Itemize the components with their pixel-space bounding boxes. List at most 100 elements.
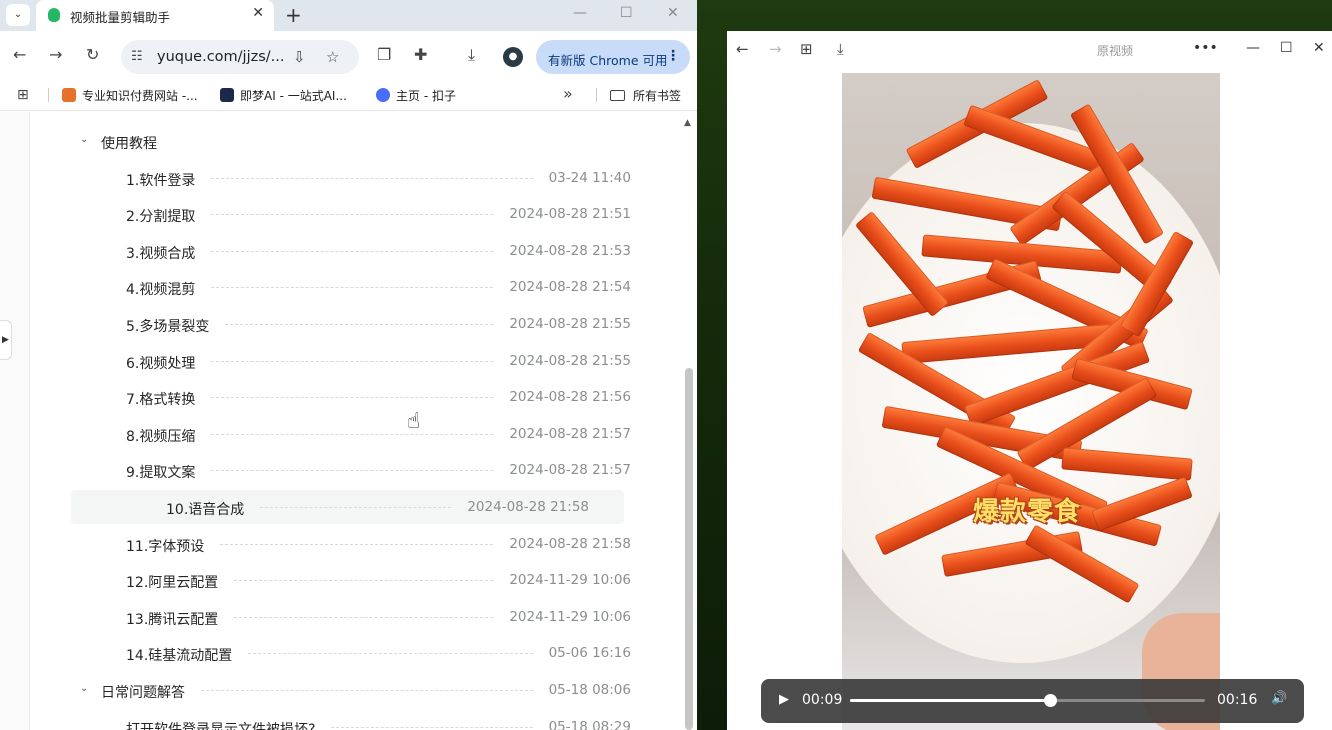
catalog-item[interactable]: 3.视频合成 2024-08-28 21:53 xyxy=(31,234,666,268)
forward-arrow-icon[interactable]: → xyxy=(49,47,62,63)
video-frame[interactable]: 爆款零食 xyxy=(842,73,1220,730)
scroll-up-arrow-icon[interactable]: ▲ xyxy=(684,118,691,128)
bookmarks-more-icon[interactable]: » xyxy=(563,84,573,103)
bookmark-item[interactable]: 主页 - 扣子 xyxy=(376,87,456,104)
viewer-close-icon[interactable]: ✕ xyxy=(1313,40,1325,56)
catalog-item-title: 使用教程 xyxy=(101,136,157,152)
catalog-item-title: 11.字体预设 xyxy=(126,539,205,555)
catalog-section-header[interactable]: ⌄ 日常问题解答 05-18 08:06 xyxy=(31,673,666,707)
catalog-item-date: 2024-08-28 21:55 xyxy=(509,316,631,332)
catalog-item-title: 14.硅基流动配置 xyxy=(126,648,233,664)
viewer-more-icon[interactable]: ••• xyxy=(1193,40,1218,56)
site-settings-tune-icon[interactable]: ☷ xyxy=(131,49,143,64)
catalog-item[interactable]: 13.腾讯云配置 2024-11-29 10:06 xyxy=(31,600,666,634)
catalog-section-header[interactable]: ⌄ 使用教程 xyxy=(31,124,666,158)
catalog-item-title: 1.软件登录 xyxy=(126,173,196,189)
catalog-item-title: 3.视频合成 xyxy=(126,246,196,262)
address-bar[interactable]: ☷ yuque.com/jjzs/... ⇩ ☆ xyxy=(121,40,359,74)
page-scrollbar[interactable]: ▲ xyxy=(681,112,697,730)
viewer-minimize-icon[interactable]: — xyxy=(1246,40,1260,56)
viewer-forward-icon[interactable]: → xyxy=(769,40,782,58)
kebab-menu-icon[interactable]: ⋮ xyxy=(666,48,680,64)
bookmarks-separator xyxy=(596,88,597,102)
catalog-item-date: 2024-08-28 21:53 xyxy=(509,243,631,259)
bookmarks-separator xyxy=(48,88,49,102)
tab-search-chevron-down-icon[interactable]: ⌄ xyxy=(6,4,30,26)
downloads-icon[interactable]: ⤓ xyxy=(468,47,475,63)
close-window-icon[interactable]: ✕ xyxy=(667,5,679,21)
catalog-item[interactable]: 7.格式转换 2024-08-28 21:56 xyxy=(31,380,666,414)
profile-avatar[interactable]: ● xyxy=(503,47,523,67)
catalog-item[interactable]: 2.分割提取 2024-08-28 21:51 xyxy=(31,197,666,231)
catalog-item-date: 05-06 16:16 xyxy=(548,645,631,661)
sidebar-expand-icon[interactable]: ▶ xyxy=(0,320,12,360)
bookmark-item[interactable]: 专业知识付费网站 -... xyxy=(62,87,198,104)
seek-bar[interactable] xyxy=(850,694,1205,707)
tab-close-icon[interactable]: ✕ xyxy=(252,5,264,21)
bookmark-item[interactable]: 即梦AI - 一站式AI... xyxy=(220,87,347,104)
play-icon[interactable]: ▶ xyxy=(779,692,789,707)
catalog-item[interactable]: 8.视频压缩 2024-08-28 21:57 xyxy=(31,417,666,451)
install-app-icon[interactable]: ⇩ xyxy=(293,48,306,66)
catalog-item[interactable]: 4.视频混剪 2024-08-28 21:54 xyxy=(31,270,666,304)
catalog-item-title: 10.语音合成 xyxy=(166,502,245,518)
leader-dots xyxy=(248,653,533,654)
browser-window: ⌄ 视频批量剪辑助手 ✕ + — ☐ ✕ ← → ↻ ☷ yuque.com/j… xyxy=(0,0,697,730)
catalog-item[interactable]: 6.视频处理 2024-08-28 21:55 xyxy=(31,344,666,378)
all-bookmarks-button[interactable]: 所有书签 xyxy=(610,87,681,104)
bookmark-favicon-icon xyxy=(62,88,76,102)
catalog-item[interactable]: 12.阿里云配置 2024-11-29 10:06 xyxy=(31,563,666,597)
section-collapse-chevron-icon[interactable]: ⌄ xyxy=(80,683,88,694)
catalog-item-date: 2024-08-28 21:51 xyxy=(509,206,631,222)
catalog-item-date: 2024-08-28 21:54 xyxy=(509,279,631,295)
section-collapse-chevron-icon[interactable]: ⌄ xyxy=(80,134,88,145)
catalog-item-title: 打开软件登录显示文件被损坏? xyxy=(126,722,316,730)
viewer-save-icon[interactable]: ⤓ xyxy=(837,40,844,58)
page-content: ▶ ⌄ 使用教程 1.软件登录 03-24 11:40 2.分割提取 2024-08-28… xyxy=(0,112,697,730)
catalog-item-title: 日常问题解答 xyxy=(101,685,185,701)
catalog-item[interactable]: 9.提取文案 2024-08-28 21:57 xyxy=(31,453,666,487)
seek-bar-progress xyxy=(850,699,1050,702)
catalog-item-title: 8.视频压缩 xyxy=(126,429,196,445)
catalog-item-date: 2024-11-29 10:06 xyxy=(509,572,631,588)
leader-dots xyxy=(211,397,493,398)
catalog-item-title: 6.视频处理 xyxy=(126,356,196,372)
left-gutter xyxy=(0,112,30,730)
catalog-list: ⌄ 使用教程 1.软件登录 03-24 11:40 2.分割提取 2024-08-28 2… xyxy=(31,112,666,730)
bookmark-label: 专业知识付费网站 -... xyxy=(82,89,198,103)
current-time: 00:09 xyxy=(802,692,843,708)
catalog-item[interactable]: 打开软件登录显示文件被损坏? 05-18 08:29 xyxy=(31,710,666,730)
volume-icon[interactable]: 🔊 xyxy=(1271,691,1287,706)
tab-groups-icon[interactable]: ❐ xyxy=(377,47,391,63)
leader-dots xyxy=(211,434,493,435)
chrome-update-button[interactable]: 有新版 Chrome 可用 ⋮ xyxy=(536,40,690,74)
url-text[interactable]: yuque.com/jjzs/... xyxy=(157,49,284,65)
leader-dots xyxy=(211,214,493,215)
scrollbar-thumb[interactable] xyxy=(685,368,693,730)
catalog-item[interactable]: 5.多场景裂变 2024-08-28 21:55 xyxy=(31,307,666,341)
leader-dots xyxy=(211,287,493,288)
viewer-grid-icon[interactable]: ⊞ xyxy=(800,40,813,58)
seek-bar-knob[interactable] xyxy=(1043,694,1057,707)
bookmark-label: 即梦AI - 一站式AI... xyxy=(240,89,347,103)
maximize-icon[interactable]: ☐ xyxy=(620,5,633,21)
extensions-puzzle-icon[interactable]: ✚ xyxy=(414,47,427,63)
total-time: 00:16 xyxy=(1217,692,1258,708)
catalog-item[interactable]: 11.字体预设 2024-08-28 21:58 xyxy=(31,527,666,561)
leader-dots xyxy=(201,690,533,691)
tab-active[interactable]: 视频批量剪辑助手 ✕ xyxy=(36,0,274,31)
minimize-icon[interactable]: — xyxy=(573,5,587,21)
catalog-item-date: 2024-08-28 21:58 xyxy=(509,536,631,552)
tab-title: 视频批量剪辑助手 xyxy=(70,10,171,25)
viewer-maximize-icon[interactable]: ☐ xyxy=(1280,40,1293,56)
catalog-item[interactable]: 14.硅基流动配置 05-06 16:16 xyxy=(31,636,666,670)
back-arrow-icon[interactable]: ← xyxy=(13,47,26,63)
apps-grid-icon[interactable]: ⊞ xyxy=(17,87,29,103)
catalog-item[interactable]: 1.软件登录 03-24 11:40 xyxy=(31,161,666,195)
viewer-back-icon[interactable]: ← xyxy=(736,40,749,58)
reload-icon[interactable]: ↻ xyxy=(86,47,99,63)
bookmark-star-icon[interactable]: ☆ xyxy=(326,48,339,66)
new-tab-plus-icon[interactable]: + xyxy=(285,3,302,27)
catalog-item[interactable]: 10.语音合成 2024-08-28 21:58 xyxy=(71,490,624,524)
hand-pointer-cursor-icon: ☝ xyxy=(407,409,421,434)
